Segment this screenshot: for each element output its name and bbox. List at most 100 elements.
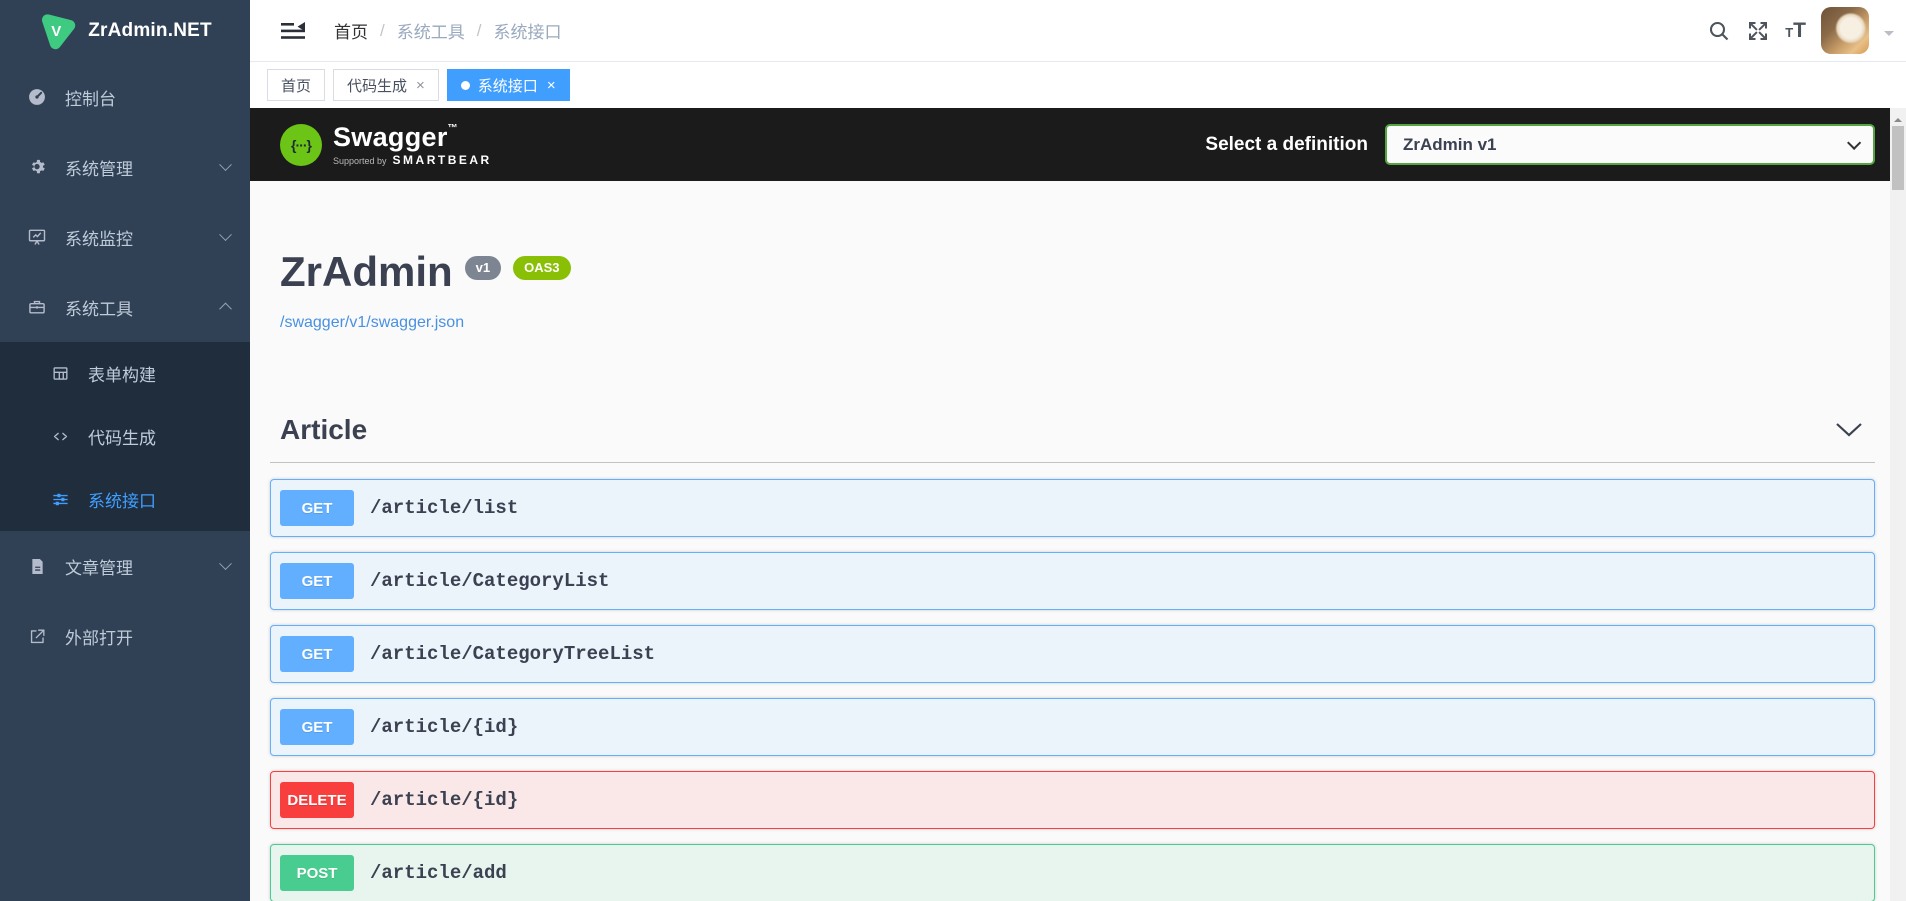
chevron-down-icon[interactable] — [1835, 422, 1863, 438]
code-icon — [48, 427, 72, 446]
method-badge: GET — [280, 563, 354, 600]
font-size-small-letter: T — [1785, 24, 1794, 40]
endpoint-row[interactable]: GET /article/CategoryList — [270, 552, 1875, 611]
scroll-up-arrow-icon[interactable] — [1894, 114, 1902, 122]
breadcrumb: 首页 / 系统工具 / 系统接口 — [334, 18, 561, 43]
method-badge: GET — [280, 709, 354, 746]
api-info: ZrAdmin v1 OAS3 /swagger/v1/swagger.json — [270, 248, 1875, 332]
sidebar-collapse-icon[interactable] — [281, 21, 305, 40]
sidebar-item-system-monitor[interactable]: 系统监控 — [0, 202, 250, 272]
dashboard-icon — [25, 87, 49, 107]
sliders-icon — [48, 490, 72, 509]
navbar-actions: TT — [1707, 7, 1906, 54]
sidebar-item-dashboard[interactable]: 控制台 — [0, 62, 250, 132]
endpoint-row[interactable]: POST /article/add — [270, 844, 1875, 901]
endpoint-path: /article/{id} — [370, 716, 519, 739]
chevron-down-icon — [219, 227, 232, 241]
smartbear-wordmark: SMARTBEAR — [392, 152, 492, 167]
tab-label: 系统接口 — [477, 77, 538, 95]
document-icon — [25, 557, 49, 576]
endpoint-path: /article/list — [370, 497, 519, 520]
swagger-page: {···} Swagger™ Supported by SMARTBEAR Se… — [250, 108, 1890, 901]
sidebar-item-article-mgmt[interactable]: 文章管理 — [0, 531, 250, 601]
tab-home[interactable]: 首页 — [267, 69, 326, 101]
endpoint-path: /article/add — [370, 862, 507, 885]
sidebar-item-label: 系统监控 — [65, 229, 133, 249]
scrollbar-thumb[interactable] — [1892, 126, 1904, 190]
font-size-large-letter: T — [1793, 18, 1806, 42]
sidebar-menu: 控制台 系统管理 系统监控 系统工具 表单构建 代码生成 系统接口 文章管理 外… — [0, 62, 250, 671]
sidebar-item-form-builder[interactable]: 表单构建 — [0, 342, 250, 405]
sidebar-item-label: 外部打开 — [65, 628, 133, 648]
endpoint-row[interactable]: GET /article/CategoryTreeList — [270, 625, 1875, 684]
sidebar-item-label: 系统接口 — [88, 492, 156, 511]
sidebar: V ZrAdmin.NET 控制台 系统管理 系统监控 系统工具 表单构建 代码… — [0, 0, 250, 901]
sidebar-item-label: 系统管理 — [65, 159, 133, 179]
endpoint-list: GET /article/list GET /article/CategoryL… — [270, 479, 1875, 901]
chevron-down-icon — [219, 556, 232, 570]
tab-code-gen[interactable]: 代码生成 × — [333, 69, 439, 101]
tabs-bar: 首页 代码生成 × 系统接口 × — [250, 62, 1906, 108]
swagger-logo: {···} Swagger™ Supported by SMARTBEAR — [280, 121, 492, 167]
tab-label: 首页 — [281, 77, 312, 95]
toolbox-icon — [25, 297, 49, 317]
fullscreen-icon[interactable] — [1746, 19, 1770, 43]
app-title: ZrAdmin.NET — [88, 20, 212, 41]
endpoint-path: /article/CategoryTreeList — [370, 643, 656, 666]
monitor-icon — [25, 227, 49, 247]
external-link-icon — [25, 627, 49, 646]
user-avatar[interactable] — [1821, 7, 1869, 54]
endpoint-row[interactable]: DELETE /article/{id} — [270, 771, 1875, 830]
sidebar-item-label: 文章管理 — [65, 558, 133, 578]
tab-system-api[interactable]: 系统接口 × — [446, 69, 570, 101]
user-menu-caret-icon[interactable] — [1884, 30, 1894, 41]
sidebar-item-label: 系统工具 — [65, 299, 133, 319]
method-badge: GET — [280, 490, 354, 527]
sidebar-item-code-gen[interactable]: 代码生成 — [0, 405, 250, 468]
sidebar-item-system-mgmt[interactable]: 系统管理 — [0, 132, 250, 202]
svg-text:V: V — [51, 23, 61, 40]
api-title: ZrAdmin — [280, 248, 453, 295]
vertical-scrollbar[interactable] — [1890, 108, 1906, 901]
select-definition-label: Select a definition — [1205, 133, 1368, 155]
search-icon[interactable] — [1707, 19, 1731, 43]
endpoint-path: /article/CategoryList — [370, 570, 610, 593]
sidebar-item-label: 控制台 — [65, 89, 116, 109]
swagger-topbar: {···} Swagger™ Supported by SMARTBEAR Se… — [250, 108, 1890, 181]
sidebar-item-system-api[interactable]: 系统接口 — [0, 468, 250, 531]
breadcrumb-separator: / — [476, 20, 482, 40]
definition-select[interactable]: ZrAdmin v1 — [1385, 124, 1875, 165]
method-badge: DELETE — [280, 782, 354, 819]
breadcrumb-separator: / — [380, 20, 385, 40]
tab-close-icon[interactable]: × — [416, 78, 425, 93]
app-logo-icon: V — [38, 12, 76, 50]
section-header[interactable]: Article — [270, 408, 1875, 464]
table-icon — [48, 364, 72, 383]
method-badge: GET — [280, 636, 354, 673]
definition-select-value: ZrAdmin v1 — [1403, 134, 1497, 154]
tab-close-icon[interactable]: × — [547, 78, 556, 93]
breadcrumb-home[interactable]: 首页 — [334, 18, 368, 43]
endpoint-row[interactable]: GET /article/{id} — [270, 698, 1875, 757]
oas3-badge: OAS3 — [513, 256, 571, 281]
version-badge: v1 — [464, 256, 502, 281]
sidebar-item-system-tools[interactable]: 系统工具 — [0, 272, 250, 342]
tab-label: 代码生成 — [347, 77, 408, 95]
app-logo[interactable]: V ZrAdmin.NET — [0, 0, 250, 62]
font-size-icon[interactable]: TT — [1785, 19, 1806, 43]
section-title: Article — [280, 414, 368, 446]
top-navbar: 首页 / 系统工具 / 系统接口 TT — [250, 0, 1906, 62]
sidebar-item-external-open[interactable]: 外部打开 — [0, 601, 250, 671]
api-section-article: Article GET /article/list GET /article/C… — [270, 408, 1875, 901]
supported-by-label: Supported by — [333, 155, 387, 166]
swagger-wordmark: Swagger™ — [333, 121, 458, 152]
chevron-up-icon — [219, 302, 232, 315]
endpoint-row[interactable]: GET /article/list — [270, 479, 1875, 538]
sidebar-item-label: 代码生成 — [88, 429, 156, 448]
active-tab-dot — [460, 80, 470, 90]
breadcrumb-system-api: 系统接口 — [493, 23, 562, 42]
spec-json-link[interactable]: /swagger/v1/swagger.json — [280, 314, 464, 332]
chevron-down-icon — [1847, 135, 1862, 150]
sidebar-submenu-tools: 表单构建 代码生成 系统接口 — [0, 342, 250, 531]
method-badge: POST — [280, 855, 354, 892]
